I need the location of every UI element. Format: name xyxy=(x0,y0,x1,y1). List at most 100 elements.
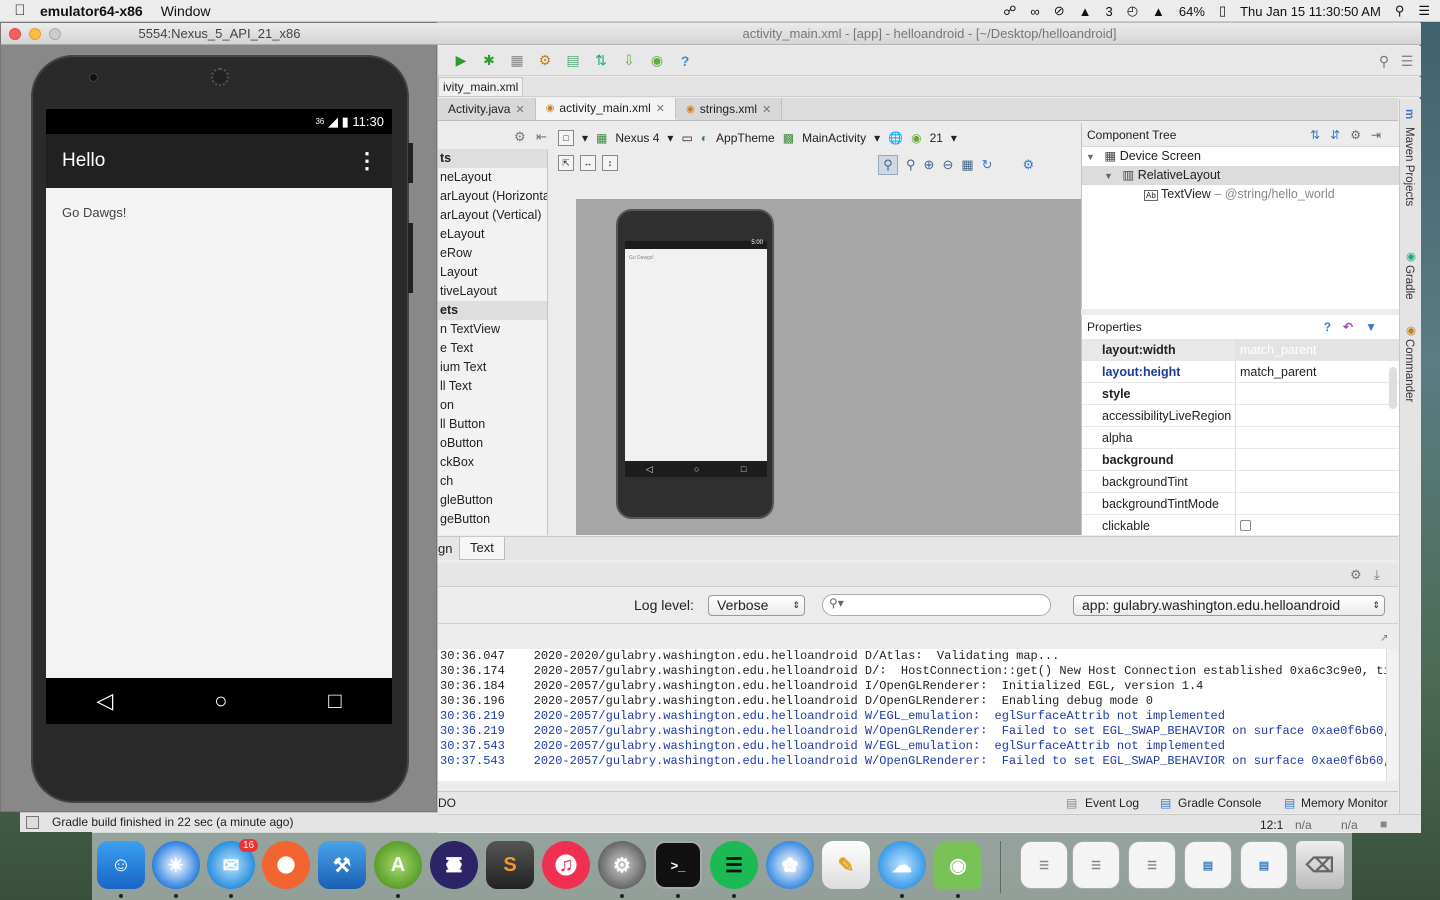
tree-item-relativelayout[interactable]: ▼ ▥ RelativeLayout xyxy=(1082,166,1399,185)
clickable-checkbox[interactable] xyxy=(1240,520,1251,531)
documents-stack-icon[interactable]: ▤ xyxy=(1240,841,1288,889)
sync-gradle-icon[interactable]: ▤ xyxy=(564,52,582,70)
api-select[interactable]: 21 xyxy=(930,131,943,145)
preview-screen[interactable]: Go Dawgs! xyxy=(625,249,767,461)
wifi-icon[interactable]: ▲ xyxy=(1152,4,1165,19)
safari-icon[interactable]: ✴ xyxy=(152,841,200,889)
paw-app-icon[interactable]: ✿ xyxy=(766,841,814,889)
tab-memory-monitor[interactable]: Memory Monitor xyxy=(1301,796,1388,810)
logcat-expand-icon[interactable]: ↗ xyxy=(1380,633,1388,644)
palette-item[interactable]: gleButton xyxy=(438,491,547,510)
maven-projects-tab[interactable]: Maven Projects xyxy=(1403,127,1415,206)
log-line[interactable]: 30:37.543 2020-2057/gulabry.washington.e… xyxy=(438,754,1386,769)
breadcrumb-file[interactable]: ivity_main.xml xyxy=(438,77,524,97)
log-line[interactable]: 30:36.174 2020-2057/gulabry.washington.e… xyxy=(438,664,1386,679)
menu-window[interactable]: Window xyxy=(161,3,211,19)
property-row[interactable]: accessibilityLiveRegion xyxy=(1082,405,1399,427)
help-icon[interactable]: ? xyxy=(676,52,694,70)
refresh-icon[interactable]: ↻ xyxy=(982,155,993,175)
device-select[interactable]: Nexus 4 xyxy=(615,131,659,145)
close-icon[interactable]: ✕ xyxy=(656,102,665,115)
sdk-manager-icon[interactable]: ⇩ xyxy=(620,52,638,70)
palette-category[interactable]: ts xyxy=(438,149,547,168)
property-value[interactable] xyxy=(1236,471,1399,492)
palette-item[interactable]: ll Text xyxy=(438,377,547,396)
designer-settings-icon[interactable]: ⚙ xyxy=(1023,155,1035,175)
palette-item[interactable]: Layout xyxy=(438,263,547,282)
close-window-icon[interactable] xyxy=(9,28,21,40)
document-thumbnail-icon[interactable]: ☰ xyxy=(1020,841,1068,889)
orientation-icon[interactable]: ▭ xyxy=(681,131,692,145)
tab-activity-java[interactable]: Activity.java ✕ xyxy=(438,98,536,120)
spotlight-icon[interactable]: ⚲ xyxy=(1395,3,1405,19)
sublime-text-icon[interactable]: S xyxy=(486,841,534,889)
property-row[interactable]: background xyxy=(1082,449,1399,471)
log-line[interactable]: 30:36.219 2020-2057/gulabry.washington.e… xyxy=(438,709,1386,724)
adobe-icon[interactable]: ▲ xyxy=(1079,4,1092,19)
clock[interactable]: Thu Jan 15 11:30:50 AM xyxy=(1240,4,1381,19)
zoom-fit-icon[interactable]: ⇱ xyxy=(558,155,574,171)
design-canvas[interactable]: 5:00 Go Dawgs! ◁ ○ □ xyxy=(576,199,1081,535)
commander-tab[interactable]: Commander xyxy=(1403,339,1415,402)
overflow-menu-icon[interactable]: ⋮ xyxy=(356,134,378,188)
tab-activity-main-xml[interactable]: ◉ activity_main.xml ✕ xyxy=(535,98,676,120)
toolbar-menu-icon[interactable]: ☰ xyxy=(1398,52,1416,70)
project-structure-icon[interactable]: ⚙ xyxy=(536,52,554,70)
property-value[interactable] xyxy=(1236,427,1399,448)
palette-item[interactable]: arLayout (Horizonta xyxy=(438,187,547,206)
layout-variants-icon[interactable]: □ xyxy=(558,130,574,146)
properties-actions-icons[interactable]: ?↶▼ xyxy=(1324,315,1389,339)
log-line[interactable]: 30:37.543 2020-2057/gulabry.washington.e… xyxy=(438,739,1386,754)
properties-scrollbar[interactable] xyxy=(1389,367,1397,409)
creative-cloud-icon[interactable]: ☍ xyxy=(1003,3,1016,19)
expand-arrow-icon[interactable]: ▼ xyxy=(1104,171,1113,181)
notification-center-icon[interactable]: ☰ xyxy=(1418,3,1430,19)
tree-item-textview[interactable]: Ab TextView – @string/hello_world xyxy=(1082,185,1399,204)
app-menu-name[interactable]: emulator64-x86 xyxy=(40,3,143,19)
palette-item[interactable]: geButton xyxy=(438,510,547,529)
tab-todo[interactable]: DO xyxy=(438,796,456,810)
pages-icon[interactable]: ✎ xyxy=(822,841,870,889)
logcat-output[interactable]: 30:36.047 2020-2020/gulabry.washington.e… xyxy=(438,649,1386,781)
expand-vertical-icon[interactable]: ↕ xyxy=(602,155,618,171)
palette-item[interactable]: tiveLayout xyxy=(438,282,547,301)
palette-item[interactable]: ckBox xyxy=(438,453,547,472)
messages-icon[interactable]: ☁ xyxy=(878,841,926,889)
property-value[interactable] xyxy=(1236,405,1399,426)
zoom-to-fit-icon[interactable]: ⚲ xyxy=(878,155,898,175)
close-icon[interactable]: ✕ xyxy=(515,103,524,116)
document-thumbnail-icon[interactable]: ☰ xyxy=(1128,841,1176,889)
palette-item[interactable]: ium Text xyxy=(438,358,547,377)
zoom-window-icon[interactable] xyxy=(49,28,61,40)
tab-strings-xml[interactable]: ◉ strings.xml ✕ xyxy=(676,98,783,120)
palette-item[interactable]: on xyxy=(438,396,547,415)
event-indicator-icon[interactable] xyxy=(26,816,39,829)
battery-icon[interactable]: ▯ xyxy=(1219,3,1226,19)
locale-globe-icon[interactable]: 🌐 xyxy=(888,131,903,145)
infinity-icon[interactable]: ∞ xyxy=(1030,4,1039,19)
attach-debugger-icon[interactable]: ▦ xyxy=(508,52,526,70)
palette-item[interactable]: e Text xyxy=(438,339,547,358)
do-not-disturb-icon[interactable]: ⊘ xyxy=(1054,3,1065,19)
apple-icon[interactable]:  xyxy=(0,2,40,19)
logcat-search-input[interactable]: ⚲▾ xyxy=(822,594,1051,616)
time-machine-icon[interactable]: ◴ xyxy=(1127,3,1138,19)
tab-event-log[interactable]: Event Log xyxy=(1085,796,1139,810)
lock-icon[interactable]: ■ xyxy=(1380,817,1387,831)
spotify-icon[interactable]: ☰ xyxy=(710,841,758,889)
logcat-scrollbar[interactable] xyxy=(1386,649,1398,781)
home-icon[interactable]: ○ xyxy=(214,688,227,714)
log-line[interactable]: 30:36.047 2020-2020/gulabry.washington.e… xyxy=(438,649,1386,664)
property-row[interactable]: layout:height match_parent xyxy=(1082,361,1399,383)
itunes-icon[interactable]: ♫ xyxy=(542,841,590,889)
palette-item[interactable]: arLayout (Vertical) xyxy=(438,206,547,225)
zoom-in-icon[interactable]: ⊕ xyxy=(924,155,935,175)
back-icon[interactable]: ◁ xyxy=(96,688,113,714)
run-icon[interactable]: ▶ xyxy=(452,52,470,70)
palette-item[interactable]: ch xyxy=(438,472,547,491)
palette-category[interactable]: ets xyxy=(438,301,547,320)
tab-text[interactable]: Text xyxy=(459,537,505,560)
search-everywhere-icon[interactable]: ⚲ xyxy=(1375,52,1393,70)
gradle-tab[interactable]: Gradle xyxy=(1403,265,1415,300)
palette-item[interactable]: eRow xyxy=(438,244,547,263)
